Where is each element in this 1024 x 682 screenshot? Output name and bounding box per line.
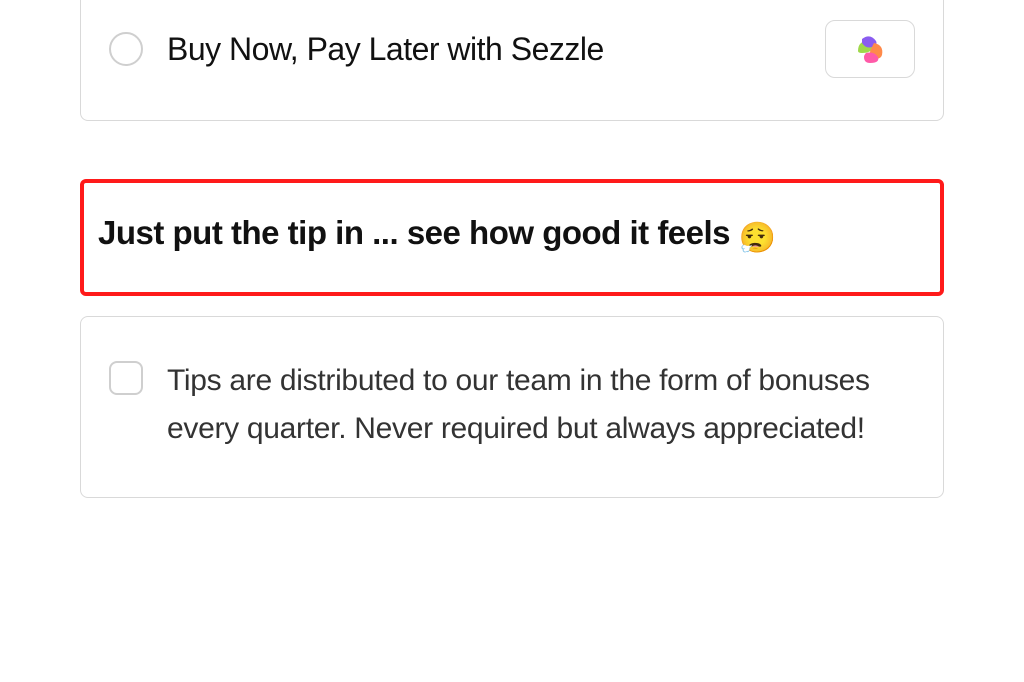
tip-prompt-message: Just put the tip in ... see how good it … bbox=[98, 214, 730, 251]
radio-unselected-icon[interactable] bbox=[109, 32, 143, 66]
payment-option-label: Buy Now, Pay Later with Sezzle bbox=[167, 31, 801, 68]
tips-card[interactable]: Tips are distributed to our team in the … bbox=[80, 316, 944, 498]
payment-option-card[interactable]: Buy Now, Pay Later with Sezzle bbox=[80, 0, 944, 121]
tip-prompt-text: Just put the tip in ... see how good it … bbox=[98, 211, 926, 260]
sezzle-brand-badge bbox=[825, 20, 915, 78]
tip-prompt-highlight: Just put the tip in ... see how good it … bbox=[80, 179, 944, 296]
tips-description: Tips are distributed to our team in the … bbox=[167, 357, 907, 453]
tip-checkbox[interactable] bbox=[109, 361, 143, 395]
weary-exhale-emoji-icon: 😮‍💨 bbox=[739, 219, 776, 260]
sezzle-icon bbox=[852, 31, 888, 67]
